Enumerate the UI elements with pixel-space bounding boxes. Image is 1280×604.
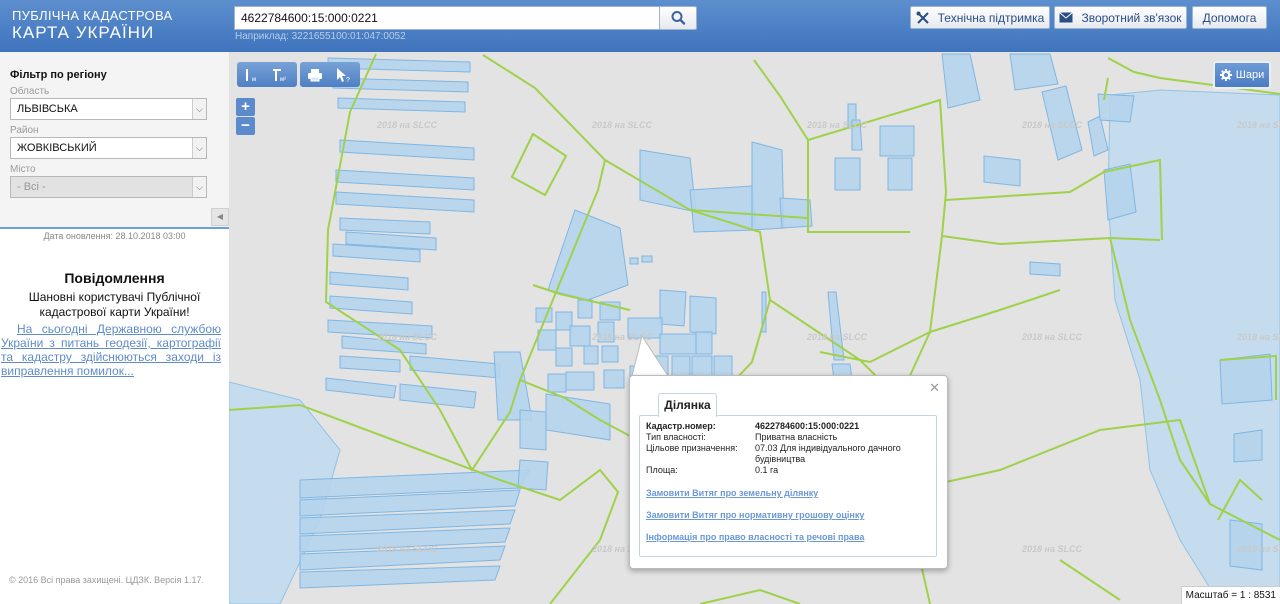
notice-greeting: Шановні користувачі Публічної кадастрово… — [28, 290, 201, 319]
purpose-label: Цільове призначення: — [646, 443, 738, 453]
order-valuation-extract-link[interactable]: Замовити Витяг про нормативну грошову оц… — [646, 510, 864, 520]
search-icon — [671, 11, 686, 25]
map-canvas[interactable]: 2018 на SLCC 2018 на SLCC 2018 на SLCC 2… — [229, 52, 1280, 604]
gear-icon — [1219, 69, 1232, 81]
ownership-value: Приватна власність — [755, 432, 838, 442]
svg-text:м²: м² — [280, 77, 286, 83]
logo-line1: ПУБЛІЧНА КАДАСТРОВА — [12, 8, 173, 23]
support-button[interactable]: Технічна підтримка — [910, 6, 1050, 29]
order-parcel-extract-link[interactable]: Замовити Витяг про земельну ділянку — [646, 488, 818, 498]
rayon-label: Район — [10, 125, 39, 136]
chevron-down-icon: ⌵ — [192, 177, 206, 197]
filter-title: Фільтр по регіону — [10, 69, 107, 81]
print-icon[interactable] — [302, 64, 328, 85]
envelope-icon — [1059, 12, 1074, 23]
area-label: Площа: — [646, 465, 678, 475]
update-date: Дата оновлення: 28.10.2018 03:00 — [43, 231, 186, 241]
notice-link[interactable]: На сьогодні Державною службою України з … — [1, 322, 221, 378]
svg-text:?: ? — [346, 77, 350, 83]
close-icon[interactable]: ✕ — [929, 380, 940, 396]
svg-text:м: м — [252, 77, 256, 83]
misto-select[interactable]: - Всі - ⌵ — [10, 176, 207, 198]
ownership-info-link[interactable]: Інформація про право власності та речові… — [646, 532, 864, 542]
svg-text:2018 на SLCC: 2018 на SLCC — [591, 120, 652, 130]
header-bar: ПУБЛІЧНА КАДАСТРОВА КАРТА УКРАЇНИ Наприк… — [0, 0, 1280, 52]
collapse-sidebar-button[interactable]: ◀ — [211, 208, 229, 226]
ownership-label: Тип власності: — [646, 432, 706, 442]
cadastre-number-label: Кадастр.номер: — [646, 421, 716, 431]
oblast-value: ЛЬВІВСЬКА — [17, 103, 78, 115]
svg-text:2018 на SLCC: 2018 на SLCC — [806, 120, 867, 130]
cadastre-search-input[interactable] — [234, 6, 660, 30]
feedback-button[interactable]: Зворотний зв'язок — [1054, 6, 1187, 29]
oblast-label: Область — [10, 86, 50, 97]
search-button[interactable] — [659, 6, 697, 30]
notice-title: Повідомлення — [64, 270, 165, 286]
svg-text:2018 на SLCC: 2018 на SLCC — [376, 120, 437, 130]
measure-toolbar: м м² — [237, 62, 297, 87]
help-button[interactable]: Допомога — [1192, 6, 1267, 29]
rayon-value: ЖОВКІВСЬКИЙ — [17, 142, 97, 154]
region-filter-panel: Фільтр по регіону Область ЛЬВІВСЬКА ⌵ Ра… — [0, 52, 229, 229]
logo[interactable]: ПУБЛІЧНА КАДАСТРОВА КАРТА УКРАЇНИ — [12, 8, 172, 42]
copyright: © 2016 Всі права захищені. ЦДЗК. Версія … — [9, 575, 205, 585]
popup-content: Кадастр.номер: 4622784600:15:000:0221 Ти… — [639, 415, 937, 557]
misto-label: Місто — [10, 164, 36, 175]
cadastre-number-value: 4622784600:15:000:0221 — [755, 421, 860, 431]
help-label: Допомога — [1202, 10, 1257, 25]
logo-line2: КАРТА УКРАЇНИ — [12, 23, 155, 42]
zoom-in-button[interactable]: + — [236, 98, 255, 116]
svg-text:2018 на SLCC: 2018 на SLCC — [806, 332, 867, 342]
sidebar: Фільтр по регіону Область ЛЬВІВСЬКА ⌵ Ра… — [0, 52, 229, 604]
tab-parcel[interactable]: Ділянка — [658, 393, 717, 417]
svg-text:2018 на SLCC: 2018 на SLCC — [1021, 120, 1082, 130]
parcel-info-popup: ✕ Ділянка Кадастр.номер: 4622784600:15:0… — [629, 375, 948, 569]
purpose-value: 07.03 Для індивідуального дачного будівн… — [755, 443, 901, 464]
tools-icon — [916, 11, 929, 24]
identify-icon[interactable]: ? — [330, 64, 356, 85]
ruler-icon[interactable]: м — [239, 64, 265, 85]
layers-label: Шари — [1235, 69, 1265, 81]
feedback-label: Зворотний зв'язок — [1081, 10, 1182, 25]
svg-text:2018 на SLCC: 2018 на SLCC — [1236, 544, 1280, 554]
svg-text:2018 на SLCC: 2018 на SLCC — [376, 544, 437, 554]
zoom-out-button[interactable]: − — [236, 117, 255, 135]
oblast-select[interactable]: ЛЬВІВСЬКА ⌵ — [10, 98, 207, 120]
area-value: 0.1 га — [755, 465, 779, 475]
map-scale: Масштаб = 1 : 8531 — [1180, 586, 1280, 604]
chevron-down-icon: ⌵ — [192, 99, 206, 119]
svg-text:2018 на SLCC: 2018 на SLCC — [376, 332, 437, 342]
chevron-down-icon: ⌵ — [192, 138, 206, 158]
layers-button[interactable]: Шари — [1213, 61, 1271, 89]
area-measure-icon[interactable]: м² — [267, 64, 293, 85]
svg-text:2018 на SLCC: 2018 на SLCC — [1021, 332, 1082, 342]
rayon-select[interactable]: ЖОВКІВСЬКИЙ ⌵ — [10, 137, 207, 159]
svg-text:2018 на SLCC: 2018 на SLCC — [1236, 332, 1280, 342]
support-label: Технічна підтримка — [937, 10, 1045, 25]
svg-text:2018 на SLCC: 2018 на SLCC — [1021, 544, 1082, 554]
search-hint: Наприклад: 3221655100:01:047:0052 — [235, 31, 406, 42]
svg-text:2018 на SLCC: 2018 на SLCC — [1236, 120, 1280, 130]
action-toolbar: ? — [300, 62, 360, 87]
misto-value: - Всі - — [17, 181, 46, 193]
